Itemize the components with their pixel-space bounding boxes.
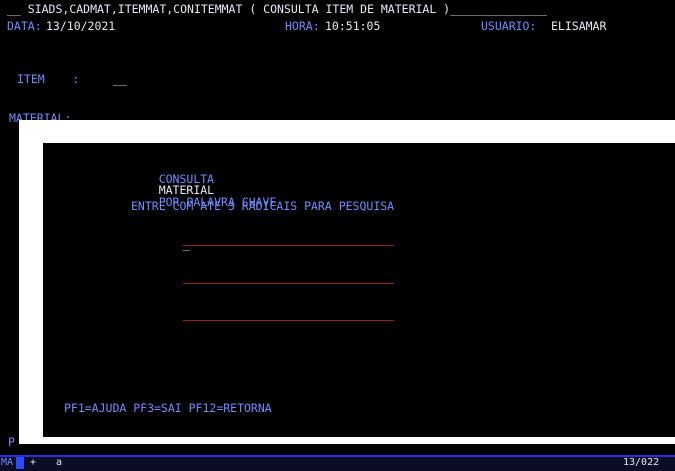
date-value: 13/10/2021	[46, 19, 116, 33]
bottom-p-line: P	[8, 435, 15, 449]
item-field[interactable]: __	[113, 73, 127, 86]
keyword-field-2[interactable]	[183, 283, 394, 284]
function-key-legend: PF1=AJUDA PF3=SAI PF12=RETORNA	[64, 401, 272, 415]
keyword-field-1[interactable]	[183, 245, 394, 246]
time-value: 10:51:05	[325, 19, 381, 33]
date-label: DATA:	[7, 19, 42, 33]
status-cursor-block	[16, 457, 24, 469]
keyword-field-3[interactable]	[183, 320, 394, 321]
user-value: ELISAMAR	[551, 19, 607, 33]
time-label: HORA:	[285, 19, 320, 33]
status-left-indicator: MA	[1, 457, 14, 468]
screen-title-line: __ SIADS,CADMAT,ITEMMAT,CONITEMMAT ( CON…	[7, 2, 548, 16]
item-label: ITEM :	[17, 72, 80, 86]
keyword-search-popup: CONSULTA MATERIAL POR PALAVRA CHAVE ENTR…	[43, 143, 675, 437]
status-mode: a	[56, 457, 63, 468]
status-cursor-position: 13/022	[623, 457, 660, 468]
status-plus: +	[30, 457, 37, 468]
popup-instruction: ENTRE COM ATE 3 RADICAIS PARA PESQUISA	[131, 199, 395, 213]
user-label: USUARIO:	[481, 19, 537, 33]
